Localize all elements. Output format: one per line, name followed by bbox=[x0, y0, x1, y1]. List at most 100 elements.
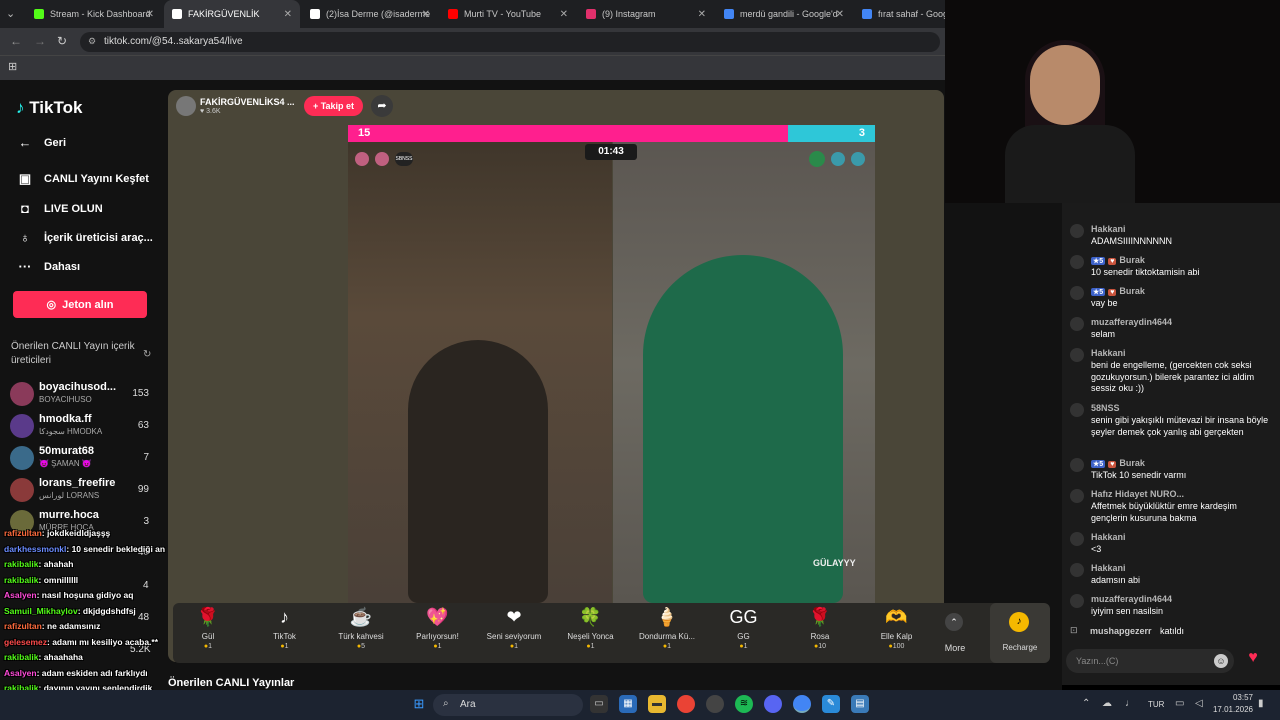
tab-youtube[interactable]: Murti TV - YouTube ✕ bbox=[440, 0, 576, 28]
chat-username[interactable]: 58NSS bbox=[1091, 403, 1120, 413]
close-tab-icon[interactable]: ✕ bbox=[698, 9, 706, 20]
heart-icon[interactable]: ♥ bbox=[1240, 649, 1266, 673]
tiktok-logo[interactable]: ♪ TikTok bbox=[16, 98, 82, 118]
share-icon[interactable]: ➦ bbox=[371, 95, 393, 117]
supporter-icon[interactable] bbox=[809, 151, 825, 167]
gift-item[interactable]: 🍀 Neşeli Yonca ●1 bbox=[556, 607, 626, 650]
chevron-up-icon[interactable]: ⌃ bbox=[945, 613, 963, 631]
chat-username[interactable]: Hakkani bbox=[1091, 224, 1126, 234]
recommended-creator[interactable]: hmodka.ff سجودكا HMODKA 63 bbox=[10, 412, 155, 442]
clock-date[interactable]: 17.01.2026 bbox=[1198, 705, 1253, 714]
nav-more[interactable]: ··· Dahası bbox=[16, 259, 81, 274]
tab-search-icon[interactable]: ⌄ bbox=[6, 7, 15, 20]
forward-icon[interactable]: → bbox=[34, 34, 46, 48]
chrome-icon[interactable] bbox=[677, 695, 695, 713]
gift-item[interactable]: GG GG ●1 bbox=[709, 607, 779, 650]
mic-icon[interactable]: ♩ bbox=[1125, 698, 1135, 709]
network-icon[interactable]: ▭ bbox=[1175, 698, 1184, 709]
chat-username[interactable]: Hakkani bbox=[1091, 563, 1126, 573]
taskbar-search[interactable]: ⌕ Ara bbox=[433, 694, 583, 716]
task-view-icon[interactable]: ▭ bbox=[590, 695, 608, 713]
nav-go-live[interactable]: ◘ LIVE OLUN bbox=[16, 201, 103, 216]
chat-username[interactable]: Burak bbox=[1119, 458, 1145, 468]
battle-video-right: GÜLAYYY bbox=[613, 125, 875, 603]
close-tab-icon[interactable]: ✕ bbox=[560, 9, 568, 20]
recommended-creator[interactable]: 50murat68 😈 ŞAMAN 😈 7 bbox=[10, 444, 155, 474]
recharge-button[interactable]: ♪ Recharge bbox=[990, 603, 1050, 663]
windows-start-icon[interactable]: ⊞ bbox=[410, 695, 428, 713]
close-tab-icon[interactable]: ✕ bbox=[422, 9, 430, 20]
chat-text: Affetmek büyüklüktür emre kardeşim gençl… bbox=[1091, 501, 1237, 523]
chrome-active-icon[interactable] bbox=[793, 695, 811, 713]
chat-username[interactable]: muzafferaydin4644 bbox=[1091, 317, 1172, 327]
avatar bbox=[1070, 255, 1084, 269]
apps-grid-icon[interactable]: ⊞ bbox=[8, 60, 17, 73]
chat-username[interactable]: Hafız Hidayet NURO... bbox=[1091, 489, 1184, 499]
host-avatar[interactable] bbox=[176, 96, 196, 116]
language-indicator[interactable]: TUR bbox=[1148, 700, 1164, 709]
gift-item[interactable]: 🌹 Rosa ●10 bbox=[785, 607, 855, 650]
host-name[interactable]: FAKİRGÜVENLİKS4 ... bbox=[200, 97, 295, 107]
overlay-chat-line: rafizultan: ne adamsınız bbox=[4, 621, 100, 631]
overlay-chat-text: : ahahah bbox=[38, 559, 74, 569]
nav-explore-live[interactable]: ▣ CANLI Yayını Keşfet bbox=[16, 171, 149, 187]
notification-icon[interactable]: ▮ bbox=[1258, 698, 1264, 709]
app-icon[interactable]: ✎ bbox=[822, 695, 840, 713]
tab-kick-dashboard[interactable]: Stream - Kick Dashboard ✕ bbox=[26, 0, 162, 28]
supporter-icon[interactable] bbox=[851, 152, 865, 166]
close-tab-icon[interactable]: ✕ bbox=[146, 9, 154, 20]
back-icon[interactable]: ← bbox=[10, 34, 22, 48]
chat-username[interactable]: Hakkani bbox=[1091, 532, 1126, 542]
tab-instagram[interactable]: (9) Instagram ✕ bbox=[578, 0, 714, 28]
instagram-icon bbox=[586, 9, 596, 19]
avatar bbox=[1070, 489, 1084, 503]
supporter-badge[interactable]: SBNSS bbox=[395, 152, 413, 166]
gift-item[interactable]: 🌹 Gül ●1 bbox=[173, 607, 243, 650]
tab-google-2[interactable]: fırat sahaf - Google bbox=[854, 0, 945, 28]
supporter-icon[interactable] bbox=[375, 152, 389, 166]
site-info-icon[interactable]: ⚙ bbox=[88, 36, 96, 47]
get-coins-button[interactable]: ◎ Jeton alın bbox=[13, 291, 147, 318]
app-icon[interactable] bbox=[706, 695, 724, 713]
spotify-icon[interactable]: ≋ bbox=[735, 695, 753, 713]
gift-item[interactable]: ❤ Seni seviyorum ●1 bbox=[479, 607, 549, 650]
gift-item[interactable]: 🫶 Elle Kalp ●100 bbox=[862, 607, 932, 650]
tab-google-1[interactable]: merdü gandili - Google'd ✕ bbox=[716, 0, 852, 28]
tab-tiktok-live[interactable]: FAKİRGÜVENLİK ✕ bbox=[164, 0, 300, 28]
supporter-icon[interactable] bbox=[355, 152, 369, 166]
cloud-icon[interactable]: ☁ bbox=[1102, 698, 1112, 709]
url-field[interactable]: ⚙ tiktok.com/@54..sakarya54/live bbox=[80, 32, 940, 52]
follow-button[interactable]: + Takip et bbox=[304, 96, 363, 116]
overlay-chat-text: : adamı mı kesiliyo acaba.** bbox=[47, 636, 159, 647]
clock-time[interactable]: 03:57 bbox=[1208, 693, 1253, 702]
overlay-chat-line: rakibalik: ahahah bbox=[4, 559, 73, 569]
chevron-up-icon[interactable]: ⌃ bbox=[1082, 698, 1090, 709]
file-explorer-icon[interactable]: ▬ bbox=[648, 695, 666, 713]
avatar bbox=[10, 414, 34, 438]
nav-back[interactable]: ← Geri bbox=[16, 135, 67, 150]
refresh-icon[interactable]: ↻ bbox=[143, 349, 151, 360]
chat-username[interactable]: Hakkani bbox=[1091, 348, 1126, 358]
chat-username[interactable]: Burak bbox=[1119, 255, 1145, 265]
tab-tiktok-isa[interactable]: (2)İsa Derme (@isaderme ✕ bbox=[302, 0, 438, 28]
gift-item[interactable]: 🍦 Dondurma Kü... ●1 bbox=[632, 607, 702, 650]
chat-text: beni de engelleme, (gercekten cok seksi … bbox=[1091, 360, 1255, 393]
emoji-icon[interactable]: ☺ bbox=[1214, 654, 1228, 668]
close-tab-icon[interactable]: ✕ bbox=[836, 9, 844, 20]
gift-more-button[interactable]: More bbox=[935, 643, 975, 653]
nav-creator-tools[interactable]: ♁ İçerik üreticisi araç... bbox=[16, 230, 153, 245]
chat-username[interactable]: muzafferaydin4644 bbox=[1091, 594, 1172, 604]
supporter-icon[interactable] bbox=[831, 152, 845, 166]
chat-input[interactable]: Yazın...(C) ☺ bbox=[1066, 649, 1234, 673]
recommended-creator[interactable]: boyacihusod... BOYACIHUSO 153 bbox=[10, 380, 155, 410]
notepad-icon[interactable]: ▤ bbox=[851, 695, 869, 713]
discord-icon[interactable] bbox=[764, 695, 782, 713]
gift-item[interactable]: 💖 Parlıyorsun! ●1 bbox=[403, 607, 473, 650]
recommended-creator[interactable]: lorans_freefire لورانس LORANS 99 bbox=[10, 476, 155, 506]
store-icon[interactable]: ▦ bbox=[619, 695, 637, 713]
gift-item[interactable]: ☕ Türk kahvesi ●5 bbox=[326, 607, 396, 650]
reload-icon[interactable]: ↻ bbox=[57, 34, 67, 48]
gift-item[interactable]: ♪ TikTok ●1 bbox=[250, 607, 320, 650]
chat-username[interactable]: Burak bbox=[1119, 286, 1145, 296]
close-tab-icon[interactable]: ✕ bbox=[284, 9, 292, 20]
